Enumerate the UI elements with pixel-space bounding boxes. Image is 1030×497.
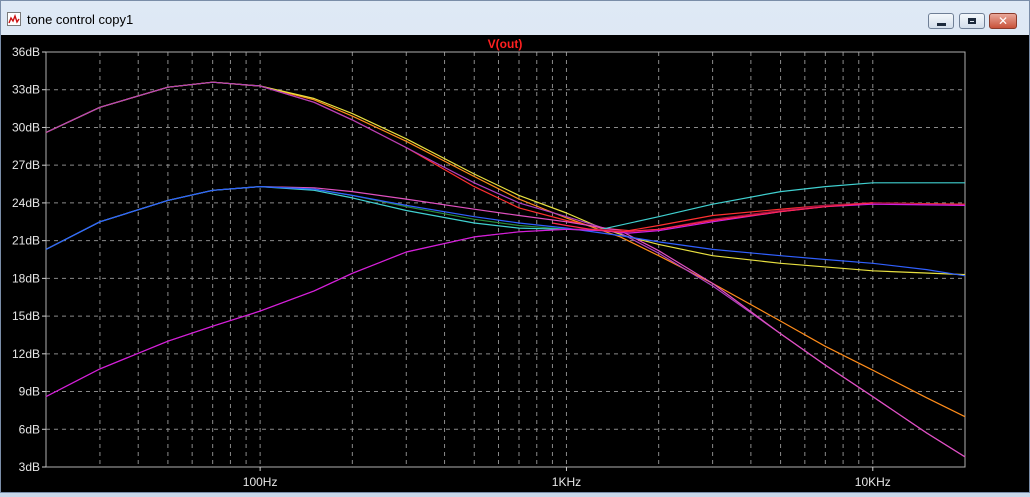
plot-window: tone control copy1 ✕ V(out) 36dB 33dB 30dB…: [0, 0, 1030, 493]
close-button[interactable]: ✕: [989, 13, 1017, 29]
series-line-2: [45, 81, 966, 232]
series-line-3: [45, 81, 966, 276]
y-tick-label: 9dB: [19, 385, 40, 399]
waveform-plot-icon: [7, 12, 21, 26]
y-tick-label: 27dB: [12, 158, 40, 172]
series-line-10: [45, 203, 966, 398]
series-line-6: [45, 186, 602, 250]
minimize-button[interactable]: [928, 13, 954, 29]
y-tick-label: 21dB: [12, 234, 40, 248]
x-tick-label: 1KHz: [552, 475, 581, 489]
y-tick-label: 3dB: [19, 460, 40, 474]
x-tick-label: 100Hz: [243, 475, 278, 489]
y-tick-label: 36dB: [12, 45, 40, 59]
y-tick-label: 24dB: [12, 196, 40, 210]
bode-plot[interactable]: V(out) 36dB 33dB 30dB 27dB 24dB 21dB 18dB 15dB 1…: [1, 35, 1029, 492]
series-line-8: [45, 186, 966, 277]
maximize-icon: [968, 18, 976, 24]
series-line-4: [45, 81, 966, 458]
window-title: tone control copy1: [27, 12, 134, 27]
series-group: [45, 81, 966, 458]
close-icon: ✕: [997, 14, 1009, 28]
y-axis-ticks: 36dB 33dB 30dB 27dB 24dB 21dB 18dB 15dB 12dB 9dB 6…: [12, 45, 46, 474]
y-tick-label: 6dB: [19, 422, 40, 436]
plot-area[interactable]: V(out) 36dB 33dB 30dB 27dB 24dB 21dB 18dB 15dB 1…: [1, 35, 1029, 492]
y-tick-label: 33dB: [12, 83, 40, 97]
y-tick-label: 15dB: [12, 309, 40, 323]
maximize-button[interactable]: [959, 13, 985, 29]
chart-title: V(out): [488, 37, 523, 51]
x-tick-label: 10KHz: [855, 475, 891, 489]
title-bar[interactable]: tone control copy1 ✕: [1, 1, 1029, 35]
series-line-9: [45, 202, 966, 398]
x-axis-ticks: 100Hz 1KHz 10KHz: [243, 467, 891, 489]
y-tick-label: 18dB: [12, 271, 40, 285]
y-tick-label: 12dB: [12, 347, 40, 361]
minimize-icon: [936, 22, 946, 26]
y-tick-label: 30dB: [12, 120, 40, 134]
